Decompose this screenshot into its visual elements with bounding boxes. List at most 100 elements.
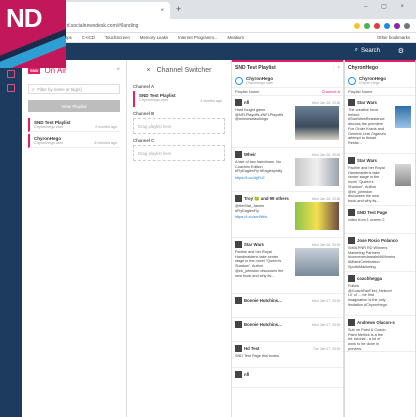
post-author: coachhegga [357, 276, 383, 281]
post-time: Mon Jan 16, 2018 [311, 242, 340, 247]
switcher-title: Channel Switcher [156, 66, 212, 74]
bookmark[interactable]: Meatium [228, 35, 244, 40]
post-body: @theStat_James #FlyEaglesFly [235, 204, 265, 213]
post[interactable]: Hd Test Tue Jan 17, 2018 SND Test Page th… [232, 342, 343, 368]
playlist-item[interactable]: SND Test Playlist Chyronhego user 2 mont… [28, 118, 120, 132]
post[interactable]: Wheir Mon Jan 16, 2018 A tale of two fran… [232, 148, 343, 192]
search-label: Search [360, 47, 380, 54]
column-name: SND Test Playlist [235, 65, 276, 71]
avatar [235, 76, 243, 85]
onair-icon[interactable] [7, 70, 15, 78]
post[interactable]: Andrews Olacon-s Sub on Paint & Coach: P… [345, 316, 415, 352]
extension-icon[interactable] [384, 22, 390, 29]
post[interactable]: coachhegga Follow @CoachFairFirst_Nelson… [345, 272, 415, 316]
drop-zone[interactable]: Drag playlist here [133, 118, 225, 134]
post-link[interactable]: https://t.co/4gFLE [235, 176, 287, 181]
post[interactable]: nfl Mon Jan 16, 2018 Hard fought game @NF… [232, 96, 343, 148]
search-button[interactable]: ⌕ Search [355, 47, 380, 54]
post-author: SND Test Page [357, 210, 388, 215]
channel-b: Channel B Drag playlist here [133, 111, 225, 134]
post-body: Sub on Paint & Coach: Paint Melrick is a… [348, 328, 387, 351]
post-body: Follow @CoachFairFirst_Nelson! Lil' ol' … [348, 284, 392, 307]
post-link[interactable]: https://t.co/scr9Ww [235, 215, 287, 220]
playlist-item[interactable]: ChyronHego Chyronhego user 6 minutes ago [28, 134, 120, 148]
close-icon[interactable]: × [116, 67, 120, 73]
bookmark[interactable]: Memory Leaks [140, 35, 168, 40]
avatar [348, 157, 355, 164]
user-sub: Chyronhego user [246, 81, 273, 85]
star-icon[interactable] [354, 22, 360, 29]
post[interactable]: Jose Rocio Polanco SIMILPNR RD Winners M… [345, 234, 415, 272]
window-controls[interactable]: – ▢ × [364, 3, 410, 10]
playlist-bar: Playlist Name Channel A [232, 88, 343, 96]
avatar [235, 297, 242, 304]
avatar [235, 195, 242, 202]
post-time: Mon Jan 16, 2018 [311, 152, 340, 157]
new-tab-icon[interactable]: + [176, 4, 181, 14]
post-author: Star Wars [244, 242, 264, 247]
post[interactable]: Bonnie Hutchins... Mon Jan 17, 2018 [232, 318, 343, 342]
column-controls-icon[interactable]: ⋮ × [331, 65, 340, 71]
post-author: Andrews Olacon-s [357, 320, 395, 325]
post-time: Mon Jan 16, 2018 [311, 100, 340, 105]
channel-c: Channel C Drag playlist here [133, 138, 225, 161]
post-image [295, 106, 339, 140]
channel-indicator[interactable]: Channel A [322, 89, 340, 94]
onair-panel: SND On Air × ⌕ Filter by name or tag(s) … [22, 60, 127, 417]
post-image [395, 164, 411, 186]
channel-switcher-panel: × Channel Switcher Channel A SND Test Pl… [127, 60, 232, 417]
extension-icon[interactable] [374, 22, 380, 29]
post-body: Padme and her Royal Handmaidens take cen… [235, 250, 284, 278]
bookmark[interactable]: TouchScreen [105, 35, 130, 40]
menu-icon[interactable] [404, 22, 410, 29]
brand-logo: ND [0, 0, 66, 68]
extension-icon[interactable] [364, 22, 370, 29]
playlist-bar: Playlist Name [345, 88, 415, 96]
post[interactable]: Troy 🐸 and 99 others Mon Jan 16, 2018 @th… [232, 192, 343, 238]
post-body: SIMILPNR RD Winners Marketing Partners #… [348, 246, 396, 269]
browser-tab[interactable]: × [60, 2, 170, 19]
playlist-time: 2 months ago [200, 99, 222, 103]
user-sub: Chyron Hego [359, 81, 380, 85]
post-image [295, 248, 339, 276]
post[interactable]: Star Wars The creative force behind #Sta… [345, 96, 415, 154]
close-tab-icon[interactable]: × [160, 8, 164, 14]
channel-playlist[interactable]: SND Test Playlist Chyronhego user 2 mont… [133, 91, 225, 107]
channel-a: Channel A SND Test Playlist Chyronhego u… [133, 84, 225, 107]
bookmark[interactable]: C+ICD [82, 35, 95, 40]
extension-icon[interactable] [394, 22, 400, 29]
filter-input[interactable]: ⌕ Filter by name or tag(s) [28, 84, 120, 94]
post[interactable]: Star Wars Mon Jan 16, 2018 Padme and her … [232, 238, 343, 294]
playlist-icon[interactable] [7, 84, 15, 92]
close-icon[interactable]: × [147, 67, 151, 74]
gear-icon[interactable]: ⚙ [398, 47, 404, 55]
post-body: Padme and her Royal Handmaidens take cen… [348, 166, 385, 204]
post-author: nfl [244, 100, 250, 105]
channel-label: Channel A [133, 84, 155, 89]
playlist-time: 2 months ago [95, 125, 117, 129]
column-user: ChyronHego Chyron Hego [345, 74, 415, 88]
avatar [348, 275, 355, 282]
drop-zone[interactable]: Drag playlist here [133, 145, 225, 161]
avatar [235, 371, 242, 378]
post-author: Bonnie Hutchins... [244, 322, 282, 327]
avatar [348, 76, 356, 85]
post-time: Mon Jan 17, 2018 [311, 298, 340, 303]
post-author: Wheir [244, 152, 256, 157]
column-name: ChyronHego [348, 65, 378, 71]
search-icon: ⌕ [32, 86, 35, 92]
post[interactable]: Bonnie Hutchins... Mon Jan 17, 2018 [232, 294, 343, 318]
post[interactable]: SND Test Page video from 1 screen 2 [345, 206, 415, 234]
other-bookmarks[interactable]: Other bookmarks [377, 35, 410, 40]
view-playlist-button[interactable]: View Playlist [28, 100, 120, 112]
post-image [295, 202, 339, 230]
post[interactable]: nfl [232, 368, 343, 388]
post[interactable]: Star Wars Padme and her Royal Handmaiden… [345, 154, 415, 206]
avatar [235, 151, 242, 158]
logo-text: ND [6, 3, 43, 33]
bookmark[interactable]: Internet Programm... [178, 35, 217, 40]
search-icon: ⌕ [354, 47, 358, 53]
avatar [348, 237, 355, 244]
post-author: Troy 🐸 and 99 others [244, 195, 289, 201]
switcher-header: × Channel Switcher [127, 60, 231, 80]
